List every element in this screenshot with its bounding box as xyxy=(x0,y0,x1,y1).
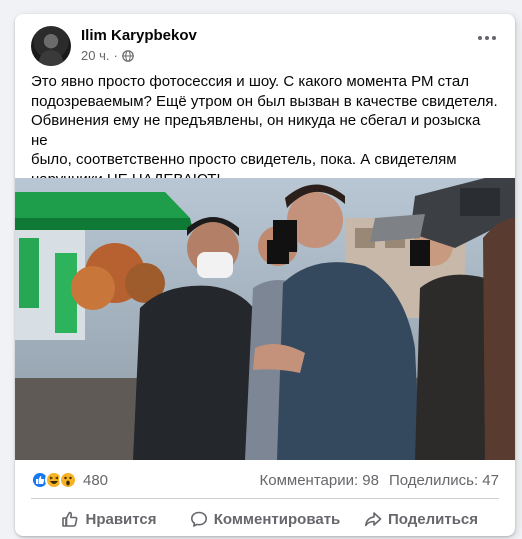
post-stats: Комментарии: 98 Поделились: 47 xyxy=(260,472,500,489)
shares-count[interactable]: Поделились: 47 xyxy=(389,472,499,489)
share-arrow-icon xyxy=(364,512,382,527)
post-card: Ilim Karypbekov 20 ч. · Это явно просто … xyxy=(15,14,515,536)
more-options-icon[interactable] xyxy=(475,30,499,46)
reactions-bar: 480 Комментарии: 98 Поделились: 47 xyxy=(31,470,499,490)
post-meta: 20 ч. · xyxy=(81,48,134,63)
comment-icon xyxy=(190,511,207,527)
post-text-line: было, соответственно просто свидетель, п… xyxy=(31,151,457,168)
comments-count[interactable]: Комментарии: 98 xyxy=(260,472,380,489)
post-text-line: подозреваемым? Ещё утром он был вызван в… xyxy=(31,92,498,110)
share-button-label: Поделиться xyxy=(387,510,479,528)
divider xyxy=(31,498,499,499)
photo-illustration xyxy=(15,178,515,460)
action-bar: Нравится Комментировать Поделиться xyxy=(31,502,499,536)
post-text-line: Это явно просто фотосессия и шоу. С како… xyxy=(31,73,469,90)
comment-button[interactable]: Комментировать xyxy=(187,502,343,536)
share-button[interactable]: Поделиться xyxy=(343,502,499,536)
comment-button-label: Комментировать xyxy=(213,510,341,528)
author-name[interactable]: Ilim Karypbekov xyxy=(81,27,197,44)
post-header: Ilim Karypbekov 20 ч. · xyxy=(31,26,499,70)
reaction-icons[interactable] xyxy=(31,471,77,489)
like-button[interactable]: Нравится xyxy=(31,502,187,536)
reaction-count[interactable]: 480 xyxy=(83,472,108,489)
like-button-label: Нравится xyxy=(85,510,157,528)
post-text-line: Обвинения ему не предъявлены, он никуда … xyxy=(31,112,481,149)
wow-icon xyxy=(59,471,77,489)
globe-icon xyxy=(122,49,134,62)
post-photo[interactable] xyxy=(15,178,515,460)
avatar[interactable] xyxy=(31,26,71,66)
meta-separator: · xyxy=(113,48,118,63)
post-time[interactable]: 20 ч. xyxy=(81,48,109,63)
post-text: Это явно просто фотосессия и шоу. С како… xyxy=(31,72,499,189)
thumbs-up-icon xyxy=(62,511,78,527)
